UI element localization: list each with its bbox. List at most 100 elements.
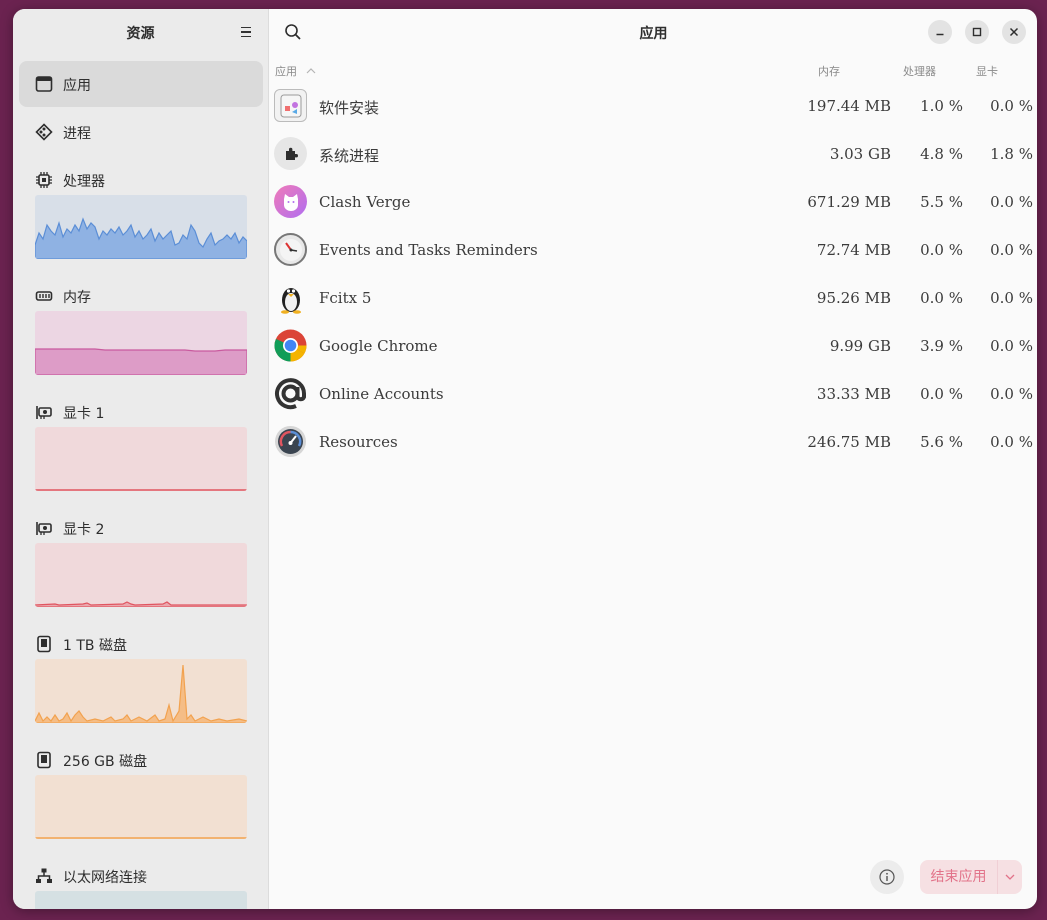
info-button[interactable] [870,860,904,894]
memory-icon [35,291,53,301]
gpu-1-usage-graph [35,427,247,491]
cpu-value: 3.9 % [920,337,963,355]
minimize-icon [936,33,944,36]
main-menu-button[interactable] [237,23,255,41]
disk-icon [37,635,51,653]
memory-usage-graph [35,311,247,375]
gpu-value: 1.8 % [990,145,1033,163]
column-header-cpu[interactable]: 处理器 [903,63,936,79]
gpu-value: 0.0 % [990,97,1033,115]
window-icon [35,76,53,92]
table-row[interactable]: Clash Verge 671.29 MB 5.5 % 0.0 % [270,181,1037,229]
column-header-gpu[interactable]: 显卡 [976,63,998,79]
cpu-value: 5.5 % [920,193,963,211]
minimize-button[interactable] [928,20,952,44]
maximize-button[interactable] [965,20,989,44]
chevron-up-icon [306,68,315,74]
sidebar-item-label: 显卡 2 [63,522,105,538]
column-header-label: 应用 [275,65,297,78]
cat-icon [274,185,307,218]
table-row[interactable]: Events and Tasks Reminders 72.74 MB 0.0 … [270,229,1037,277]
ethernet-usage-graph [35,891,247,909]
sidebar-item-label: 处理器 [63,174,105,190]
cpu-icon [36,172,52,188]
cpu-value: 0.0 % [920,385,963,403]
memory-value: 72.74 MB [816,241,891,259]
software-install-icon [274,89,307,122]
gpu-value: 0.0 % [990,193,1033,211]
gpu-value: 0.0 % [990,289,1033,307]
gauge-icon [274,425,307,458]
end-app-button[interactable]: 结束应用 [920,860,998,894]
disk-icon [37,751,51,769]
cpu-value: 5.6 % [920,433,963,451]
sidebar: 资源 应用 进程 处理器 内存 显卡 1 显卡 2 1 TB 磁盘 256 GB… [13,9,269,909]
sidebar-item-label: 应用 [63,78,91,94]
sidebar-item-apps[interactable]: 应用 [19,61,263,107]
close-button[interactable] [1002,20,1026,44]
processes-icon [35,123,53,141]
sidebar-item-label: 内存 [63,290,91,306]
gpu-2-usage-graph [35,543,247,607]
sidebar-item-label: 显卡 1 [63,406,105,422]
gpu-value: 0.0 % [990,241,1033,259]
table-row[interactable]: 软件安装 197.44 MB 1.0 % 0.0 % [270,85,1037,133]
sidebar-item-processes[interactable]: 进程 [19,109,263,155]
memory-value: 95.26 MB [816,289,891,307]
column-header-app[interactable]: 应用 [275,63,316,79]
memory-value: 197.44 MB [807,97,891,115]
table-row[interactable]: Google Chrome 9.99 GB 3.9 % 0.0 % [270,325,1037,373]
disk-256gb-usage-graph [35,775,247,839]
cpu-value: 4.8 % [920,145,963,163]
app-name: Google Chrome [319,337,438,355]
memory-value: 671.29 MB [807,193,891,211]
memory-value: 33.33 MB [816,385,891,403]
gpu-value: 0.0 % [990,337,1033,355]
sidebar-item-label: 以太网络连接 [63,870,147,886]
chrome-icon [274,329,307,362]
gpu-icon [36,522,52,535]
sidebar-item-label: 1 TB 磁盘 [63,638,127,654]
sidebar-header: 资源 [13,9,268,55]
app-name: Events and Tasks Reminders [319,241,538,259]
memory-value: 3.03 GB [829,145,891,163]
memory-value: 9.99 GB [829,337,891,355]
clock-icon [274,233,307,266]
sidebar-item-label: 进程 [63,126,91,142]
app-name: Online Accounts [319,385,444,403]
maximize-icon [972,27,982,37]
network-icon [36,868,52,883]
memory-value: 246.75 MB [807,433,891,451]
cpu-value: 0.0 % [920,241,963,259]
chevron-down-icon [1005,874,1015,880]
column-header-memory[interactable]: 内存 [818,63,840,79]
resources-window: 资源 应用 进程 处理器 内存 显卡 1 显卡 2 1 TB 磁盘 256 GB… [13,9,1037,909]
gpu-value: 0.0 % [990,385,1033,403]
cpu-value: 1.0 % [920,97,963,115]
table-row[interactable]: 系统进程 3.03 GB 4.8 % 1.8 % [270,133,1037,181]
penguin-icon [274,281,307,314]
app-name: 系统进程 [319,147,380,165]
table-row[interactable]: Fcitx 5 95.26 MB 0.0 % 0.0 % [270,277,1037,325]
puzzle-icon [274,137,307,170]
sidebar-title: 资源 [126,26,155,42]
sidebar-item-label: 256 GB 磁盘 [63,754,148,770]
disk-1tb-usage-graph [35,659,247,723]
end-app-options-button[interactable] [998,860,1022,894]
table-row[interactable]: Resources 246.75 MB 5.6 % 0.0 % [270,421,1037,469]
app-name: Resources [319,433,398,451]
main-panel: 应用 应用 内存 处理器 显卡 软件安装 197.44 MB 1.0 % 0.0… [270,9,1037,909]
cpu-value: 0.0 % [920,289,963,307]
at-sign-icon [274,377,307,410]
page-title: 应用 [639,26,668,42]
app-name: 软件安装 [319,99,380,117]
cpu-usage-graph [35,195,247,259]
app-name: Fcitx 5 [319,289,372,307]
app-name: Clash Verge [319,193,411,211]
gpu-icon [36,406,52,419]
close-icon [1009,27,1019,37]
table-row[interactable]: Online Accounts 33.33 MB 0.0 % 0.0 % [270,373,1037,421]
gpu-value: 0.0 % [990,433,1033,451]
info-icon [879,869,895,885]
end-app-split-button: 结束应用 [920,860,1022,894]
